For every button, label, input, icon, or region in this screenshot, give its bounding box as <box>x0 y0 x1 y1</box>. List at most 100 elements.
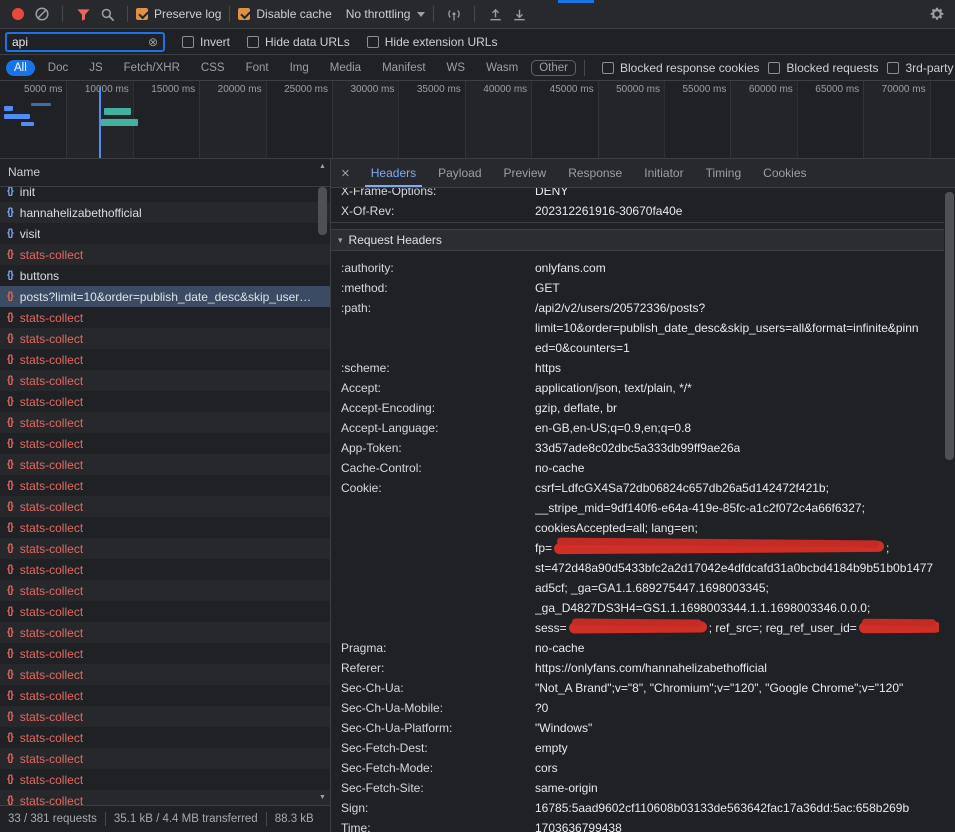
request-name: stats-collect <box>20 731 83 745</box>
request-row[interactable]: {}stats-collect <box>0 244 330 265</box>
request-row[interactable]: {}stats-collect <box>0 454 330 475</box>
network-main-area: Name {}init{}hannahelizabethofficial{}vi… <box>0 159 955 832</box>
request-name: stats-collect <box>20 647 83 661</box>
request-row[interactable]: {}visit <box>0 223 330 244</box>
scroll-down-icon[interactable]: ▼ <box>317 794 328 801</box>
filter-pill-js[interactable]: JS <box>81 60 110 76</box>
preserve-log-checkbox[interactable]: Preserve log <box>136 7 221 21</box>
blocked-requests-checkbox[interactable]: Blocked requests <box>768 61 878 75</box>
network-conditions-button[interactable] <box>442 2 466 26</box>
timeline-tick-label: 20000 ms <box>194 84 262 95</box>
hide-data-urls-checkbox[interactable]: Hide data URLs <box>247 35 350 49</box>
request-row[interactable]: {}stats-collect <box>0 412 330 433</box>
search-button[interactable] <box>95 2 119 26</box>
request-row[interactable]: {}stats-collect <box>0 475 330 496</box>
filter-pill-wasm[interactable]: Wasm <box>478 60 526 76</box>
request-name: stats-collect <box>20 794 83 806</box>
request-list-scrollbar[interactable]: ▲ ▼ <box>317 161 328 803</box>
request-row[interactable]: {}stats-collect <box>0 580 330 601</box>
tab-initiator[interactable]: Initiator <box>638 159 689 187</box>
third-party-requests-checkbox[interactable]: 3rd-party requests <box>887 61 955 75</box>
close-details-icon[interactable]: × <box>341 165 350 182</box>
clear-button[interactable] <box>30 2 54 26</box>
tab-payload[interactable]: Payload <box>432 159 487 187</box>
request-row[interactable]: {}stats-collect <box>0 559 330 580</box>
request-name: stats-collect <box>20 605 83 619</box>
request-row[interactable]: {}hannahelizabethofficial <box>0 202 330 223</box>
header-value: no-cache <box>535 458 584 478</box>
timeline-overview[interactable]: 5000 ms10000 ms15000 ms20000 ms25000 ms3… <box>0 81 955 159</box>
request-row[interactable]: {}stats-collect <box>0 622 330 643</box>
export-har-button[interactable] <box>483 2 507 26</box>
tab-timing[interactable]: Timing <box>700 159 748 187</box>
filter-input[interactable]: api ⊗ <box>5 32 165 52</box>
request-row[interactable]: {}stats-collect <box>0 769 330 790</box>
scroll-up-icon[interactable]: ▲ <box>317 163 328 170</box>
script-icon: {} <box>7 606 13 617</box>
blocked-response-cookies-checkbox[interactable]: Blocked response cookies <box>602 61 759 75</box>
tab-response[interactable]: Response <box>562 159 628 187</box>
request-row[interactable]: {}stats-collect <box>0 391 330 412</box>
request-headers-section[interactable]: ▾ Request Headers <box>331 229 944 251</box>
request-row[interactable]: {}posts?limit=10&order=publish_date_desc… <box>0 286 330 307</box>
request-row[interactable]: {}stats-collect <box>0 328 330 349</box>
import-har-button[interactable] <box>507 2 531 26</box>
toolbar-divider <box>229 6 230 22</box>
request-row[interactable]: {}stats-collect <box>0 727 330 748</box>
disable-cache-label: Disable cache <box>256 7 331 21</box>
request-row[interactable]: {}init <box>0 187 330 202</box>
request-name: stats-collect <box>20 584 83 598</box>
hide-extension-urls-checkbox[interactable]: Hide extension URLs <box>367 35 498 49</box>
filter-pill-img[interactable]: Img <box>282 60 317 76</box>
checkbox-unchecked-icon <box>182 36 194 48</box>
header-value: 1703636799438 <box>535 818 622 832</box>
request-row[interactable]: {}stats-collect <box>0 748 330 769</box>
invert-label: Invert <box>200 35 230 49</box>
filter-pill-other[interactable]: Other <box>531 60 576 76</box>
request-row[interactable]: {} stats-collect <box>0 643 330 664</box>
import-har-icon <box>512 7 527 22</box>
disable-cache-checkbox[interactable]: Disable cache <box>238 7 331 21</box>
filter-pill-css[interactable]: CSS <box>193 60 233 76</box>
header-row: Sec-Fetch-Site:same-origin <box>331 778 944 798</box>
name-column-header[interactable]: Name <box>0 159 330 187</box>
request-row[interactable]: {} stats-collect <box>0 790 330 805</box>
request-row[interactable]: {}stats-collect <box>0 370 330 391</box>
filter-pill-media[interactable]: Media <box>322 60 369 76</box>
filter-pill-doc[interactable]: Doc <box>40 60 76 76</box>
request-row[interactable]: {}stats-collect <box>0 538 330 559</box>
record-button[interactable] <box>6 2 30 26</box>
scrollbar-thumb[interactable] <box>945 192 954 460</box>
script-icon: {} <box>7 795 13 805</box>
request-row[interactable]: {}stats-collect <box>0 433 330 454</box>
header-name: App-Token: <box>341 438 535 458</box>
request-row[interactable]: {}stats-collect <box>0 517 330 538</box>
request-row[interactable]: {}stats-collect <box>0 664 330 685</box>
filter-pill-fetch-xhr[interactable]: Fetch/XHR <box>116 60 188 76</box>
request-row[interactable]: {} stats-collect <box>0 601 330 622</box>
invert-checkbox[interactable]: Invert <box>182 35 230 49</box>
request-row[interactable]: {}stats-collect <box>0 307 330 328</box>
request-row[interactable]: {}stats-collect <box>0 496 330 517</box>
tab-cookies[interactable]: Cookies <box>757 159 812 187</box>
request-row[interactable]: {}buttons <box>0 265 330 286</box>
settings-button[interactable] <box>925 2 949 26</box>
checkbox-checked-icon <box>238 8 250 20</box>
scrollbar-thumb[interactable] <box>318 187 327 235</box>
request-row[interactable]: {}stats-collect <box>0 706 330 727</box>
request-row[interactable]: {}stats-collect <box>0 349 330 370</box>
request-name: stats-collect <box>20 563 83 577</box>
filter-pill-font[interactable]: Font <box>238 60 277 76</box>
script-icon: {} <box>7 648 13 659</box>
filter-toggle-button[interactable] <box>71 2 95 26</box>
filter-pill-all[interactable]: All <box>6 60 35 76</box>
details-scrollbar[interactable] <box>944 190 955 832</box>
tab-preview[interactable]: Preview <box>498 159 553 187</box>
timeline-tick-label: 30000 ms <box>326 84 394 95</box>
throttling-select[interactable]: No throttling <box>346 7 426 21</box>
request-row[interactable]: {}stats-collect <box>0 685 330 706</box>
filter-pill-manifest[interactable]: Manifest <box>374 60 433 76</box>
clear-filter-icon[interactable]: ⊗ <box>148 36 158 48</box>
tab-headers[interactable]: Headers <box>365 159 422 187</box>
filter-pill-ws[interactable]: WS <box>439 60 474 76</box>
